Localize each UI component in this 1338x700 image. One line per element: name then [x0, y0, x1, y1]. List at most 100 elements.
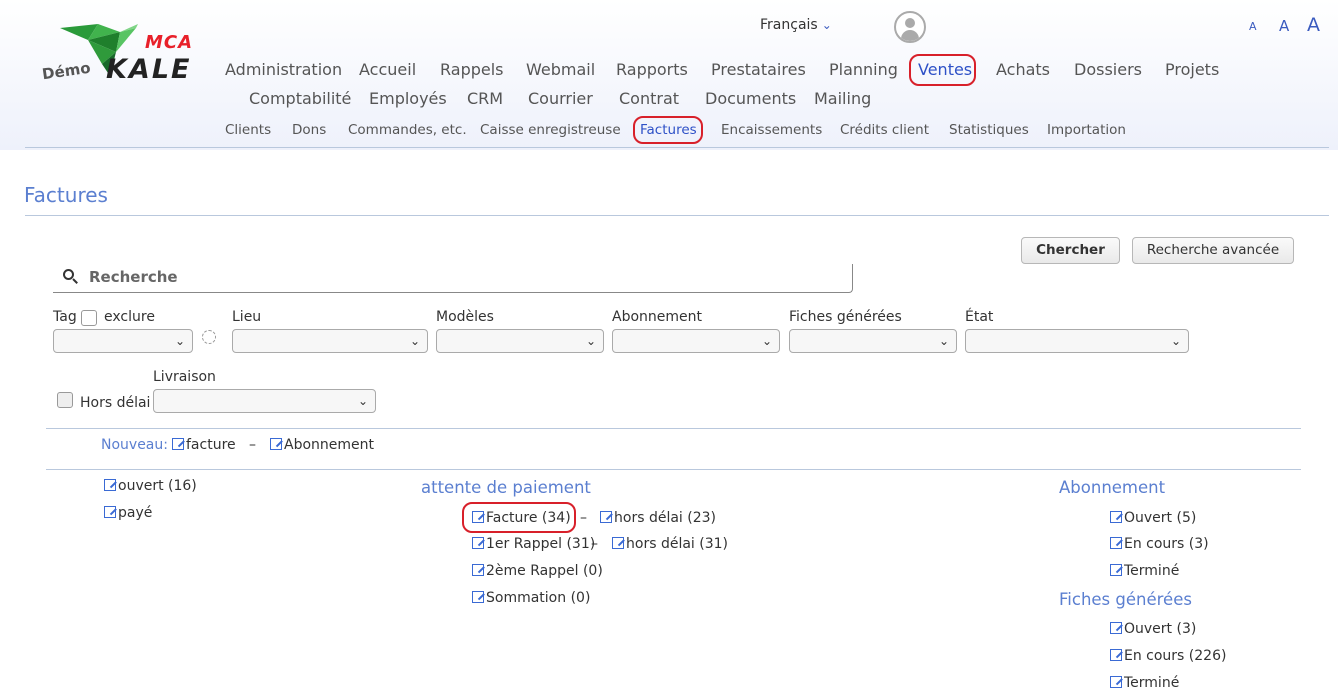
nouveau-label: Nouveau:: [101, 437, 168, 453]
nav-crm[interactable]: CRM: [467, 89, 503, 108]
rappel2-link[interactable]: 2ème Rappel (0): [472, 563, 603, 579]
external-link-icon: [104, 506, 116, 518]
nav-planning[interactable]: Planning: [829, 60, 898, 79]
font-size-large-button[interactable]: A: [1307, 14, 1320, 36]
nav-employes[interactable]: Employés: [369, 89, 447, 108]
subnav-statistiques[interactable]: Statistiques: [949, 122, 1029, 138]
chevron-down-icon: ⌄: [938, 334, 949, 348]
abonnement-en-cours-label: En cours (3): [1124, 536, 1209, 552]
hors-delai-checkbox[interactable]: [57, 392, 73, 408]
fiches-en-cours-label: En cours (226): [1124, 648, 1227, 664]
subnav-importation[interactable]: Importation: [1047, 122, 1126, 138]
fiches-en-cours-link[interactable]: En cours (226): [1110, 648, 1226, 664]
new-abonnement-link[interactable]: Abonnement: [270, 437, 374, 453]
logo[interactable]: MCA Démo KALE: [40, 18, 210, 88]
abonnement-termine-link[interactable]: Terminé: [1110, 563, 1179, 579]
modeles-select[interactable]: ⌄: [436, 329, 604, 353]
abonnement-label: Abonnement: [612, 309, 703, 325]
nav-rappels[interactable]: Rappels: [440, 60, 504, 79]
chevron-down-icon: ⌄: [1170, 334, 1181, 348]
fiches-ouvert-link[interactable]: Ouvert (3): [1110, 621, 1196, 637]
subnav-caisse[interactable]: Caisse enregistreuse: [480, 122, 621, 138]
abonnement-ouvert-link[interactable]: Ouvert (5): [1110, 510, 1196, 526]
subnav-credits[interactable]: Crédits client: [840, 122, 929, 138]
nav-comptabilite[interactable]: Comptabilité: [249, 89, 351, 108]
exclude-checkbox[interactable]: [81, 310, 97, 326]
language-selector[interactable]: Français ⌄: [760, 17, 832, 33]
nav-ventes[interactable]: Ventes: [918, 60, 972, 79]
search-input[interactable]: [89, 266, 829, 288]
nav-prestataires[interactable]: Prestataires: [711, 60, 806, 79]
chevron-down-icon: ⌄: [174, 334, 185, 348]
nav-achats[interactable]: Achats: [996, 60, 1050, 79]
new-facture-link[interactable]: facture: [172, 437, 236, 453]
facture-count-label: Facture (34): [486, 510, 571, 526]
external-link-icon: [600, 511, 612, 523]
fiches-label: Fiches générées: [789, 309, 902, 325]
font-size-small-button[interactable]: A: [1249, 20, 1257, 33]
modeles-label: Modèles: [436, 309, 494, 325]
logo-demo-text: Démo: [40, 58, 92, 84]
livraison-label: Livraison: [153, 369, 216, 385]
chevron-down-icon: ⌄: [761, 334, 772, 348]
external-link-icon: [472, 591, 484, 603]
fiches-section-title: Fiches générées: [1059, 590, 1192, 609]
fiches-select[interactable]: ⌄: [789, 329, 957, 353]
external-link-icon: [1110, 622, 1122, 634]
etat-select[interactable]: ⌄: [965, 329, 1189, 353]
fiches-termine-link[interactable]: Terminé: [1110, 675, 1179, 691]
nav-accueil[interactable]: Accueil: [359, 60, 416, 79]
chevron-down-icon: ⌄: [821, 18, 832, 32]
font-size-medium-button[interactable]: A: [1279, 17, 1289, 35]
user-avatar-icon[interactable]: [894, 11, 926, 43]
subnav-commandes[interactable]: Commandes, etc.: [348, 122, 467, 138]
nav-webmail[interactable]: Webmail: [526, 60, 595, 79]
nav-rapports[interactable]: Rapports: [616, 60, 688, 79]
attente-title: attente de paiement: [421, 478, 591, 497]
new-abonnement-label: Abonnement: [284, 437, 375, 453]
hors-delai-label: Hors délai: [80, 395, 151, 411]
header-divider: [25, 147, 1329, 148]
lieu-label: Lieu: [232, 309, 262, 325]
search-button[interactable]: Chercher: [1021, 237, 1120, 264]
chevron-down-icon: ⌄: [585, 334, 596, 348]
exclude-label: exclure: [104, 309, 155, 325]
chevron-down-icon: ⌄: [409, 334, 420, 348]
external-link-icon: [1110, 649, 1122, 661]
external-link-icon: [1110, 676, 1122, 688]
lieu-select[interactable]: ⌄: [232, 329, 428, 353]
abonnement-en-cours-link[interactable]: En cours (3): [1110, 536, 1209, 552]
nav-projets[interactable]: Projets: [1165, 60, 1219, 79]
nav-courrier[interactable]: Courrier: [528, 89, 593, 108]
external-link-icon: [472, 564, 484, 576]
abonnement-termine-label: Terminé: [1124, 563, 1180, 579]
external-link-icon: [1110, 511, 1122, 523]
advanced-search-button[interactable]: Recherche avancée: [1132, 237, 1294, 264]
filters-divider: [46, 428, 1301, 429]
facture-hors-delai-label: hors délai (23): [614, 510, 716, 526]
facture-count-link[interactable]: Facture (34): [472, 510, 571, 526]
separator: –: [591, 536, 598, 552]
search-icon: [63, 269, 78, 284]
subnav-factures[interactable]: Factures: [640, 122, 697, 138]
nav-administration[interactable]: Administration: [225, 60, 342, 79]
abonnement-select[interactable]: ⌄: [612, 329, 780, 353]
livraison-select[interactable]: ⌄: [153, 389, 376, 413]
ouvert-link[interactable]: ouvert (16): [104, 478, 197, 494]
rappel1-link[interactable]: 1er Rappel (31): [472, 536, 595, 552]
rappel1-hors-delai-label: hors délai (31): [626, 536, 728, 552]
nav-contrat[interactable]: Contrat: [619, 89, 679, 108]
tag-select[interactable]: ⌄: [53, 329, 193, 353]
sommation-link[interactable]: Sommation (0): [472, 590, 590, 606]
rappel1-hors-delai-link[interactable]: hors délai (31): [612, 536, 728, 552]
facture-hors-delai-link[interactable]: hors délai (23): [600, 510, 716, 526]
paye-link[interactable]: payé: [104, 505, 152, 521]
subnav-clients[interactable]: Clients: [225, 122, 271, 138]
nav-documents[interactable]: Documents: [705, 89, 796, 108]
subnav-encaissements[interactable]: Encaissements: [721, 122, 822, 138]
nav-mailing[interactable]: Mailing: [814, 89, 871, 108]
nav-dossiers[interactable]: Dossiers: [1074, 60, 1142, 79]
subnav-dons[interactable]: Dons: [292, 122, 326, 138]
language-label: Français: [760, 17, 818, 33]
ouvert-label: ouvert (16): [118, 478, 197, 494]
